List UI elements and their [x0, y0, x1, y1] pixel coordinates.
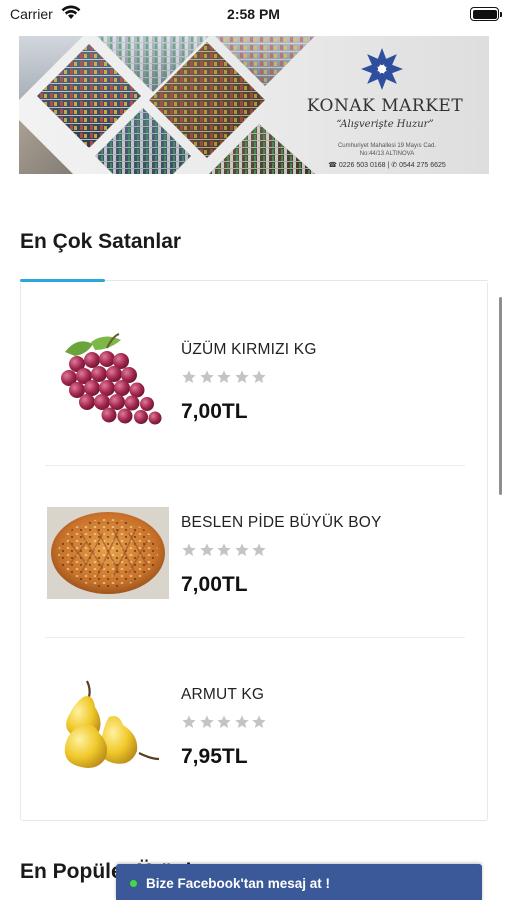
star-icon: [252, 543, 266, 556]
facebook-message-button[interactable]: Bize Facebook'tan mesaj at !: [116, 864, 482, 900]
star-icon: [234, 370, 249, 383]
banner-slogan: “Alışverişte Huzur”: [336, 119, 434, 130]
star-icon: [199, 543, 214, 556]
status-time: 2:58 PM: [227, 6, 280, 22]
star-icon: [199, 370, 214, 383]
pide-bread-image[interactable]: [47, 503, 169, 603]
konak-star-logo-icon: [361, 48, 403, 90]
rating-stars: [181, 542, 269, 558]
status-bar: Carrier 2:58 PM: [0, 0, 507, 28]
store-photos-collage: [19, 36, 315, 174]
star-icon: [234, 543, 249, 556]
product-name[interactable]: ARMUT KG: [181, 686, 264, 704]
best-sellers-list: ÜZÜM KIRMIZI KG 7,00TL BESLEN PİDE BÜYÜK…: [20, 283, 488, 821]
product-price: 7,00TL: [181, 573, 248, 596]
star-icon: [252, 715, 266, 728]
star-icon: [217, 370, 231, 383]
rating-stars: [181, 369, 269, 385]
banner-address-line1: Cumhuriyet Mahallesi 19 Mayıs Cad.: [337, 143, 437, 149]
banner-store-name: KONAK MARKET: [306, 96, 464, 116]
store-banner[interactable]: KONAK MARKET “Alışverişte Huzur” Cumhuri…: [19, 36, 489, 174]
star-icon: [217, 715, 231, 728]
banner-address: Cumhuriyet Mahallesi 19 Mayıs Cad. No:44…: [319, 142, 455, 158]
product-item[interactable]: BESLEN PİDE BÜYÜK BOY 7,00TL: [45, 465, 465, 637]
rating-stars: [181, 714, 269, 730]
red-grapes-image[interactable]: [47, 330, 169, 430]
active-tab-indicator: [20, 279, 105, 282]
product-price: 7,95TL: [181, 745, 248, 768]
product-name[interactable]: BESLEN PİDE BÜYÜK BOY: [181, 514, 382, 532]
product-price: 7,00TL: [181, 400, 248, 423]
star-icon: [234, 715, 249, 728]
online-status-dot: [130, 880, 137, 887]
scrollbar[interactable]: [499, 297, 502, 495]
battery-icon: [470, 7, 502, 21]
best-sellers-title: En Çok Satanlar: [20, 230, 182, 253]
star-icon: [199, 715, 214, 728]
star-icon: [182, 370, 196, 383]
product-item[interactable]: ARMUT KG 7,95TL: [45, 637, 465, 809]
pears-image[interactable]: [47, 675, 169, 775]
star-icon: [182, 543, 196, 556]
star-icon: [217, 543, 231, 556]
star-icon: [252, 370, 266, 383]
star-icon: [182, 715, 196, 728]
facebook-message-label: Bize Facebook'tan mesaj at !: [146, 876, 331, 891]
banner-address-line2: No:44/13 ALTINOVA: [359, 151, 415, 157]
product-name[interactable]: ÜZÜM KIRMIZI KG: [181, 341, 317, 359]
product-item[interactable]: ÜZÜM KIRMIZI KG 7,00TL: [45, 293, 465, 465]
banner-phones: ☎ 0226 503 0168 | ✆ 0544 275 6625: [328, 162, 446, 169]
